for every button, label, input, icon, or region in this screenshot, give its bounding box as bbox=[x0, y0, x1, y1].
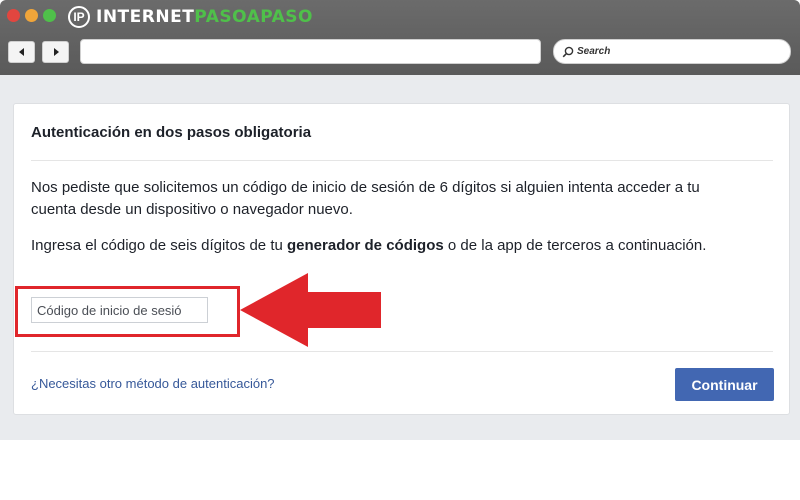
arrow-left-icon bbox=[18, 48, 24, 56]
site-logo: IP INTERNETPASOAPASO bbox=[68, 5, 313, 29]
minimize-window-button[interactable] bbox=[25, 9, 38, 22]
dialog-title: Autenticación en dos pasos obligatoria bbox=[31, 124, 312, 141]
code-generator-text: generador de códigos bbox=[287, 237, 444, 254]
browser-chrome: IP INTERNETPASOAPASO Search bbox=[0, 0, 800, 75]
title-divider bbox=[31, 160, 773, 161]
maximize-window-button[interactable] bbox=[43, 9, 56, 22]
explanation-text: Nos pediste que solicitemos un código de… bbox=[31, 179, 700, 218]
instruction-text-end: o de la app de terceros a continuación. bbox=[443, 237, 707, 254]
back-button[interactable] bbox=[8, 41, 35, 63]
magnifier-icon bbox=[562, 46, 574, 57]
two-factor-dialog: Autenticación en dos pasos obligatoria N… bbox=[13, 103, 790, 415]
footer-divider bbox=[31, 351, 773, 352]
logo-text-white: INTERNET bbox=[96, 7, 195, 27]
continue-button[interactable]: Continuar bbox=[675, 368, 774, 401]
search-label: Search bbox=[577, 46, 611, 57]
annotation-arrow-icon bbox=[240, 273, 381, 347]
other-auth-method-link[interactable]: ¿Necesitas otro método de autenticación? bbox=[31, 376, 275, 391]
login-code-input[interactable] bbox=[31, 297, 208, 323]
arrow-right-icon bbox=[53, 48, 59, 56]
logo-text-green: PASOAPASO bbox=[194, 7, 313, 27]
address-bar[interactable] bbox=[80, 39, 541, 64]
page-content: Autenticación en dos pasos obligatoria N… bbox=[0, 75, 800, 440]
close-window-button[interactable] bbox=[7, 9, 20, 22]
forward-button[interactable] bbox=[42, 41, 69, 63]
instruction-text: Ingresa el código de seis dígitos de tu … bbox=[31, 235, 731, 257]
logo-mark: IP bbox=[68, 6, 90, 28]
search-box[interactable]: Search bbox=[553, 39, 791, 64]
instruction-text-start: Ingresa el código de seis dígitos de tu bbox=[31, 237, 287, 254]
window-controls bbox=[7, 9, 56, 22]
logo-text: INTERNETPASOAPASO bbox=[96, 7, 313, 27]
